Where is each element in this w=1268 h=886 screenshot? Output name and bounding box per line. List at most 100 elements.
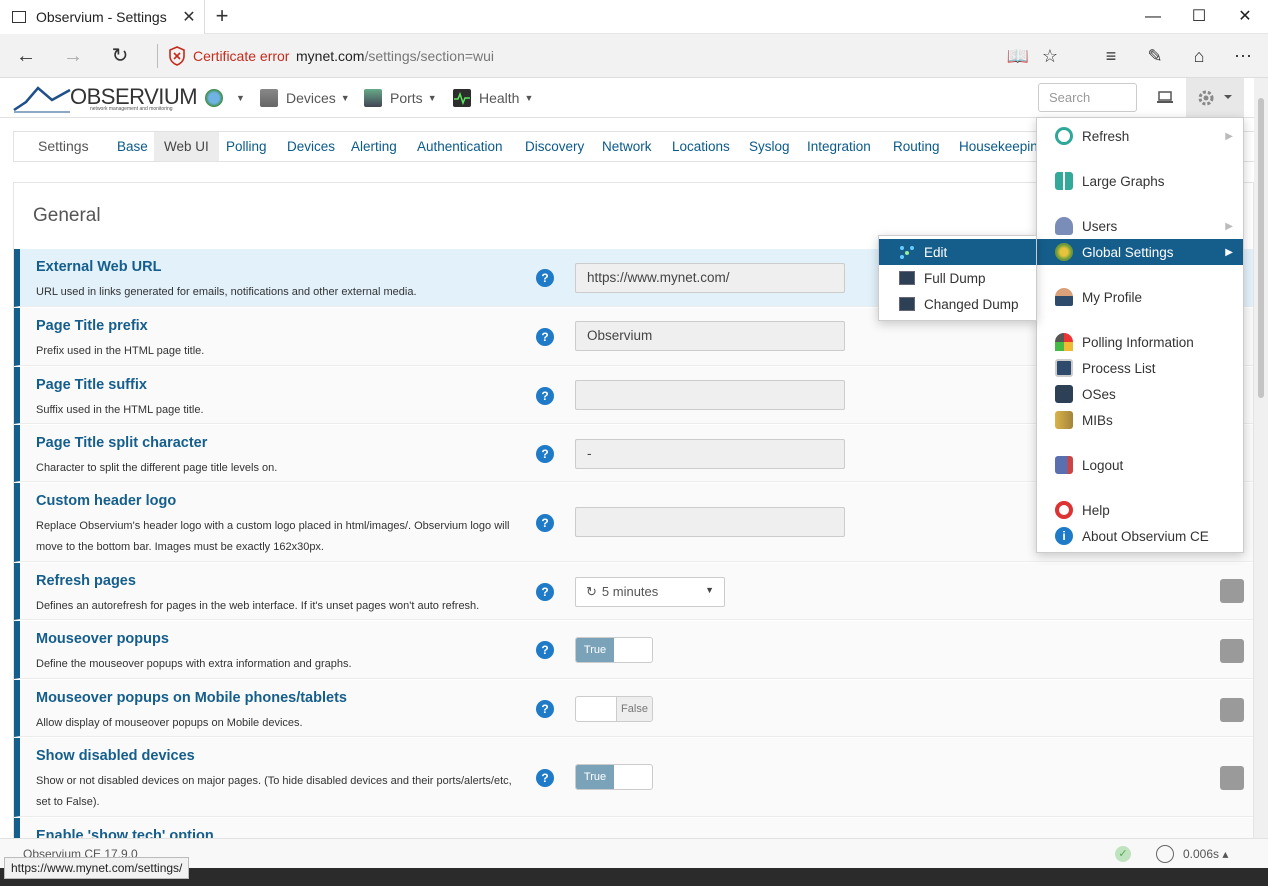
help-icon[interactable]: ?: [536, 269, 554, 287]
menu-item-mibs[interactable]: MIBs: [1037, 407, 1243, 433]
laptop-icon[interactable]: [1156, 90, 1174, 104]
menu-item-refresh[interactable]: Refresh ▶: [1037, 123, 1243, 149]
submenu-item-full-dump[interactable]: Full Dump: [879, 265, 1036, 291]
gauge-icon: [1055, 333, 1073, 351]
nav-ports-label: Ports: [390, 90, 423, 106]
header-logo-input[interactable]: [575, 507, 845, 537]
refresh-icon: [1055, 127, 1073, 145]
url-field[interactable]: mynet.com/settings/section=wui: [296, 48, 494, 64]
global-settings-submenu: Edit Full Dump Changed Dump: [878, 235, 1037, 321]
scrollbar-thumb[interactable]: [1258, 98, 1264, 398]
menu-item-logout[interactable]: Logout: [1037, 452, 1243, 478]
settings-gear-button[interactable]: [1186, 78, 1244, 118]
tab-title: Observium - Settings: [36, 9, 167, 25]
certificate-error-label[interactable]: Certificate error: [193, 48, 289, 64]
mouseover-mobile-toggle[interactable]: False: [575, 696, 653, 722]
subnav-item-routing[interactable]: Routing: [883, 132, 950, 161]
override-checkbox[interactable]: [1220, 639, 1244, 663]
shield-warning-icon[interactable]: [168, 46, 186, 66]
override-checkbox[interactable]: [1220, 579, 1244, 603]
subnav-item-authentication[interactable]: Authentication: [407, 132, 513, 161]
help-icon[interactable]: ?: [536, 445, 554, 463]
help-icon[interactable]: ?: [536, 387, 554, 405]
page-timing[interactable]: 0.006s ▴: [1183, 847, 1228, 861]
subnav-item-polling[interactable]: Polling: [216, 132, 277, 161]
submenu-item-changed-dump[interactable]: Changed Dump: [879, 291, 1036, 317]
subnav-item-base[interactable]: Base: [107, 132, 158, 161]
menu-item-users[interactable]: Users ▶: [1037, 213, 1243, 239]
more-icon[interactable]: ⋯: [1228, 42, 1258, 70]
tab-close-icon[interactable]: ✕: [174, 7, 204, 27]
menu-item-label: Help: [1082, 502, 1110, 518]
refresh-select-value: 5 minutes: [601, 584, 659, 599]
process-icon: [1055, 359, 1073, 377]
search-input[interactable]: Search: [1038, 83, 1137, 112]
help-icon[interactable]: ?: [536, 769, 554, 787]
server-icon: [260, 89, 278, 107]
help-icon[interactable]: ?: [536, 514, 554, 532]
forward-icon[interactable]: →: [56, 40, 90, 72]
help-icon[interactable]: ?: [536, 328, 554, 346]
reading-view-icon[interactable]: 📖: [1003, 42, 1033, 70]
subnav-item-integration[interactable]: Integration: [797, 132, 881, 161]
menu-item-about[interactable]: i About Observium CE: [1037, 523, 1243, 549]
share-icon[interactable]: ⌂: [1184, 42, 1214, 70]
minimize-icon[interactable]: —: [1130, 0, 1176, 34]
refresh-icon[interactable]: ↻: [103, 40, 137, 72]
subnav-item-discovery[interactable]: Discovery: [515, 132, 594, 161]
mouseover-toggle[interactable]: True: [575, 637, 653, 663]
subnav-item-syslog[interactable]: Syslog: [739, 132, 800, 161]
menu-item-label: My Profile: [1082, 289, 1143, 305]
observium-logo[interactable]: OBSERVIUM network management and monitor…: [12, 82, 198, 114]
help-icon[interactable]: ?: [536, 700, 554, 718]
menu-item-oses[interactable]: OSes: [1037, 381, 1243, 407]
nav-health[interactable]: Health ▼: [453, 87, 533, 109]
menu-item-label: About Observium CE: [1082, 528, 1209, 544]
settings-cog-icon: [1055, 243, 1073, 261]
setting-description: Suffix used in the HTML page title.: [36, 404, 204, 416]
page-scrollbar[interactable]: [1254, 78, 1268, 838]
subnav-item-locations[interactable]: Locations: [662, 132, 740, 161]
menu-item-global-settings[interactable]: Global Settings ▶: [1037, 239, 1243, 265]
submenu-item-label: Edit: [924, 244, 948, 260]
panel-title: General: [33, 205, 101, 226]
help-icon[interactable]: ?: [536, 641, 554, 659]
menu-item-large-graphs[interactable]: Large Graphs: [1037, 168, 1243, 194]
subnav-item-devices[interactable]: Devices: [277, 132, 345, 161]
menu-item-label: OSes: [1082, 386, 1116, 402]
grid-icon: [1055, 172, 1073, 190]
subnav-item-alerting[interactable]: Alerting: [341, 132, 407, 161]
hub-icon[interactable]: ≡: [1096, 42, 1126, 70]
title-prefix-input[interactable]: Observium: [575, 321, 845, 351]
help-icon[interactable]: ?: [536, 583, 554, 601]
window-close-icon[interactable]: ✕: [1222, 0, 1268, 34]
subnav-item-webui[interactable]: Web UI: [154, 132, 219, 161]
title-suffix-input[interactable]: [575, 380, 845, 410]
menu-item-polling-info[interactable]: Polling Information: [1037, 329, 1243, 355]
override-checkbox[interactable]: [1220, 698, 1244, 722]
menu-item-label: Refresh: [1082, 128, 1130, 144]
new-tab-icon[interactable]: +: [210, 4, 234, 30]
refresh-select[interactable]: ↻ 5 minutes ▼: [575, 577, 725, 607]
split-char-input[interactable]: -: [575, 439, 845, 469]
back-icon[interactable]: ←: [9, 40, 43, 72]
override-checkbox[interactable]: [1220, 766, 1244, 790]
nav-globe[interactable]: ▼: [205, 87, 245, 109]
menu-item-my-profile[interactable]: My Profile: [1037, 284, 1243, 310]
menu-item-process-list[interactable]: Process List: [1037, 355, 1243, 381]
heartbeat-icon: [453, 89, 471, 107]
disabled-devices-toggle[interactable]: True: [575, 764, 653, 790]
nav-devices[interactable]: Devices ▼: [260, 87, 350, 109]
browser-tab[interactable]: Observium - Settings ✕: [0, 0, 205, 34]
setting-description: Defines an autorefresh for pages in the …: [36, 600, 480, 612]
menu-item-help[interactable]: Help: [1037, 497, 1243, 523]
web-note-icon[interactable]: ✎: [1140, 42, 1170, 70]
refresh-icon: ↻: [586, 584, 597, 599]
external-url-input[interactable]: https://www.mynet.com/: [575, 263, 845, 293]
submenu-item-edit[interactable]: Edit: [879, 239, 1036, 265]
subnav-item-network[interactable]: Network: [592, 132, 662, 161]
nav-ports[interactable]: Ports ▼: [364, 87, 437, 109]
favorite-star-icon[interactable]: ☆: [1035, 42, 1065, 70]
nav-devices-label: Devices: [286, 90, 336, 106]
maximize-icon[interactable]: ☐: [1176, 0, 1222, 34]
